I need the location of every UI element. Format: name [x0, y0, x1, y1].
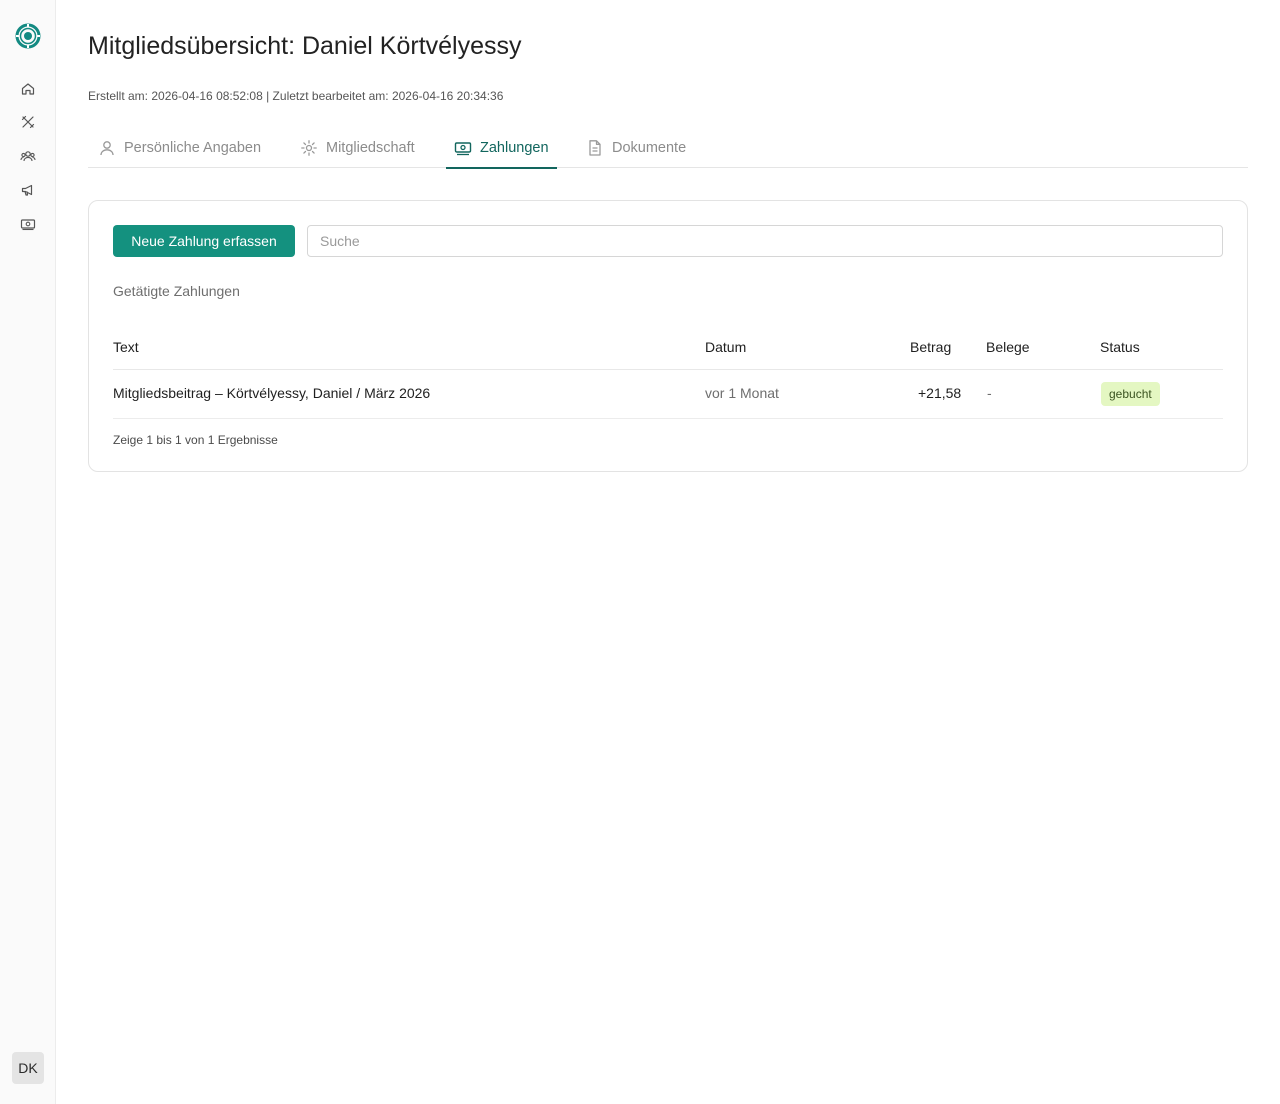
payments-card: Neue Zahlung erfassen Getätigte Zahlunge… [88, 200, 1248, 472]
payment-amount: +21,58 [918, 385, 962, 401]
tab-bar: Persönliche Angaben Mitgliedschaft Zahlu… [88, 128, 1248, 169]
megaphone-icon[interactable] [16, 178, 40, 202]
tab-documents[interactable]: Dokumente [586, 128, 686, 168]
club-logo[interactable] [14, 22, 42, 50]
document-icon [589, 140, 601, 156]
tab-label: Persönliche Angaben [124, 140, 262, 156]
table-row[interactable]: Mitgliedsbeitrag – Körtvélyessy, Daniel … [113, 370, 1223, 419]
column-header-date[interactable]: Datum [705, 339, 746, 355]
payments-table: Text Datum Betrag Belege Status Mitglied… [113, 329, 1223, 419]
tab-personal-details[interactable]: Persönliche Angaben [98, 128, 261, 168]
new-payment-button[interactable]: Neue Zahlung erfassen [113, 225, 295, 257]
money-icon [454, 142, 472, 156]
money-icon[interactable] [16, 212, 40, 236]
record-meta: Erstellt am: 2026-04-16 08:52:08 | Zulet… [88, 89, 504, 103]
tab-label: Mitgliedschaft [326, 140, 415, 156]
section-label: Getätigte Zahlungen [113, 283, 240, 299]
avatar[interactable]: DK [12, 1052, 44, 1084]
tab-label: Dokumente [612, 140, 687, 156]
column-header-receipts[interactable]: Belege [986, 339, 1030, 355]
column-header-text[interactable]: Text [113, 339, 139, 355]
status-badge: gebucht [1101, 382, 1160, 406]
sidebar: DK [0, 0, 56, 1104]
page-title: Mitgliedsübersicht: Daniel Körtvélyessy [88, 32, 522, 60]
column-header-amount[interactable]: Betrag [910, 339, 951, 355]
payment-date: vor 1 Monat [705, 385, 779, 401]
users-icon[interactable] [16, 144, 40, 168]
result-info: Zeige 1 bis 1 von 1 Ergebnisse [113, 433, 278, 447]
payment-receipts: - [987, 385, 992, 401]
gear-icon [301, 140, 317, 156]
tab-label: Zahlungen [480, 140, 549, 156]
home-icon[interactable] [16, 77, 40, 101]
table-header: Text Datum Betrag Belege Status [113, 329, 1223, 370]
user-icon [100, 141, 114, 156]
tools-icon[interactable] [16, 110, 40, 134]
tab-payments[interactable]: Zahlungen [446, 128, 557, 169]
payment-text: Mitgliedsbeitrag – Körtvélyessy, Daniel … [113, 385, 431, 401]
search-input[interactable] [307, 225, 1223, 257]
tab-membership[interactable]: Mitgliedschaft [300, 128, 415, 168]
column-header-status[interactable]: Status [1100, 339, 1140, 355]
